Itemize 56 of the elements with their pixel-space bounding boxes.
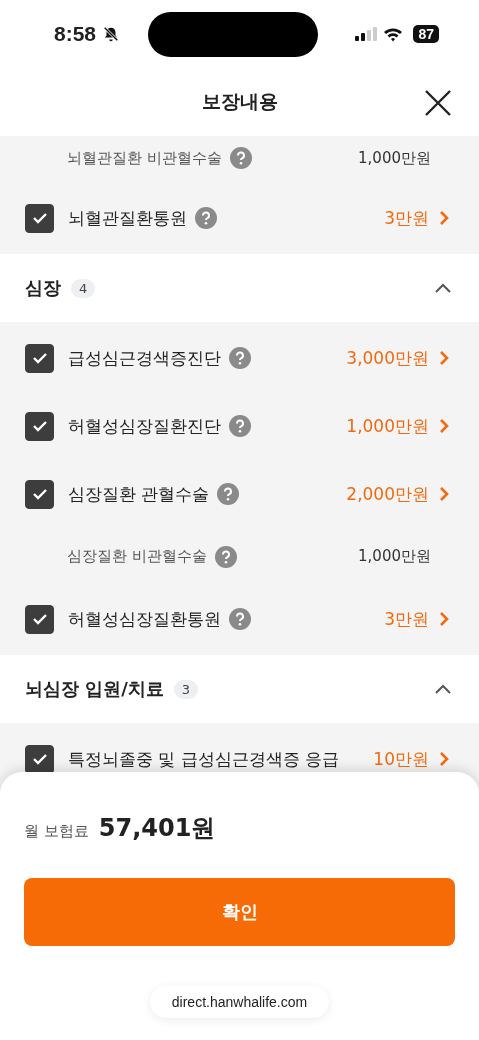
wifi-icon bbox=[383, 26, 404, 42]
checkmark-icon bbox=[31, 488, 48, 500]
coverage-label: 허혈성심장질환진단 bbox=[68, 414, 221, 438]
url-pill: direct.hanwhalife.com bbox=[149, 986, 330, 1018]
count-badge: 4 bbox=[71, 278, 96, 298]
coverage-amount[interactable]: 1,000만원 bbox=[346, 414, 429, 438]
muted-bell-icon bbox=[102, 25, 121, 43]
help-icon[interactable] bbox=[195, 207, 217, 229]
chevron-right-icon[interactable] bbox=[439, 486, 449, 502]
help-icon[interactable] bbox=[229, 347, 251, 369]
coverage-label: 특정뇌졸중 및 급성심근경색증 응급 bbox=[68, 747, 340, 771]
coverage-label: 뇌혈관질환 비관혈수술 bbox=[67, 148, 222, 168]
help-icon[interactable] bbox=[214, 545, 237, 568]
help-icon[interactable] bbox=[229, 415, 251, 437]
coverage-amount[interactable]: 3만원 bbox=[384, 206, 429, 230]
chevron-right-icon[interactable] bbox=[439, 418, 449, 434]
coverage-amount: 1,000만원 bbox=[358, 148, 431, 168]
checkmark-icon bbox=[31, 420, 48, 432]
coverage-amount[interactable]: 2,000만원 bbox=[346, 482, 429, 506]
coverage-amount: 1,000만원 bbox=[358, 547, 431, 566]
count-badge: 3 bbox=[173, 679, 199, 699]
coverage-label: 뇌혈관질환통원 bbox=[68, 206, 187, 230]
status-time: 8:58 bbox=[54, 22, 97, 46]
close-icon[interactable] bbox=[425, 90, 451, 116]
coverage-label: 심장질환 관혈수술 bbox=[68, 482, 210, 506]
battery-icon: 87 bbox=[413, 25, 439, 43]
checkmark-icon bbox=[31, 753, 48, 765]
section-title: 뇌심장 입원/치료 bbox=[25, 677, 164, 701]
checkmark-icon bbox=[31, 613, 48, 625]
checkbox[interactable] bbox=[25, 744, 54, 774]
coverage-amount[interactable]: 3,000만원 bbox=[346, 346, 429, 370]
checkbox[interactable] bbox=[25, 479, 54, 509]
checkmark-icon bbox=[31, 212, 48, 224]
coverage-label: 심장질환 비관혈수술 bbox=[67, 547, 207, 566]
help-icon[interactable] bbox=[229, 147, 252, 169]
chevron-right-icon[interactable] bbox=[439, 611, 449, 627]
chevron-right-icon[interactable] bbox=[439, 350, 449, 366]
coverage-amount[interactable]: 10만원 bbox=[373, 747, 429, 771]
help-icon[interactable] bbox=[229, 608, 251, 630]
signal-icon bbox=[355, 27, 378, 41]
section-title: 심장 bbox=[25, 276, 61, 300]
premium-label: 월 보험료 bbox=[24, 822, 89, 841]
checkbox[interactable] bbox=[25, 343, 54, 373]
help-icon[interactable] bbox=[217, 483, 240, 505]
chevron-right-icon[interactable] bbox=[439, 751, 449, 767]
coverage-amount[interactable]: 3만원 bbox=[384, 607, 429, 631]
checkbox[interactable] bbox=[25, 411, 54, 441]
coverage-label: 허혈성심장질환통원 bbox=[68, 607, 221, 631]
page-title: 보장내용 bbox=[201, 89, 278, 114]
checkbox[interactable] bbox=[25, 203, 54, 233]
coverage-label: 급성심근경색증진단 bbox=[68, 346, 221, 370]
checkbox[interactable] bbox=[25, 604, 54, 634]
chevron-right-icon[interactable] bbox=[439, 210, 449, 226]
premium-amount: 57,401원 bbox=[98, 813, 216, 844]
confirm-button[interactable]: 확인 bbox=[24, 878, 455, 946]
checkmark-icon bbox=[31, 352, 48, 364]
